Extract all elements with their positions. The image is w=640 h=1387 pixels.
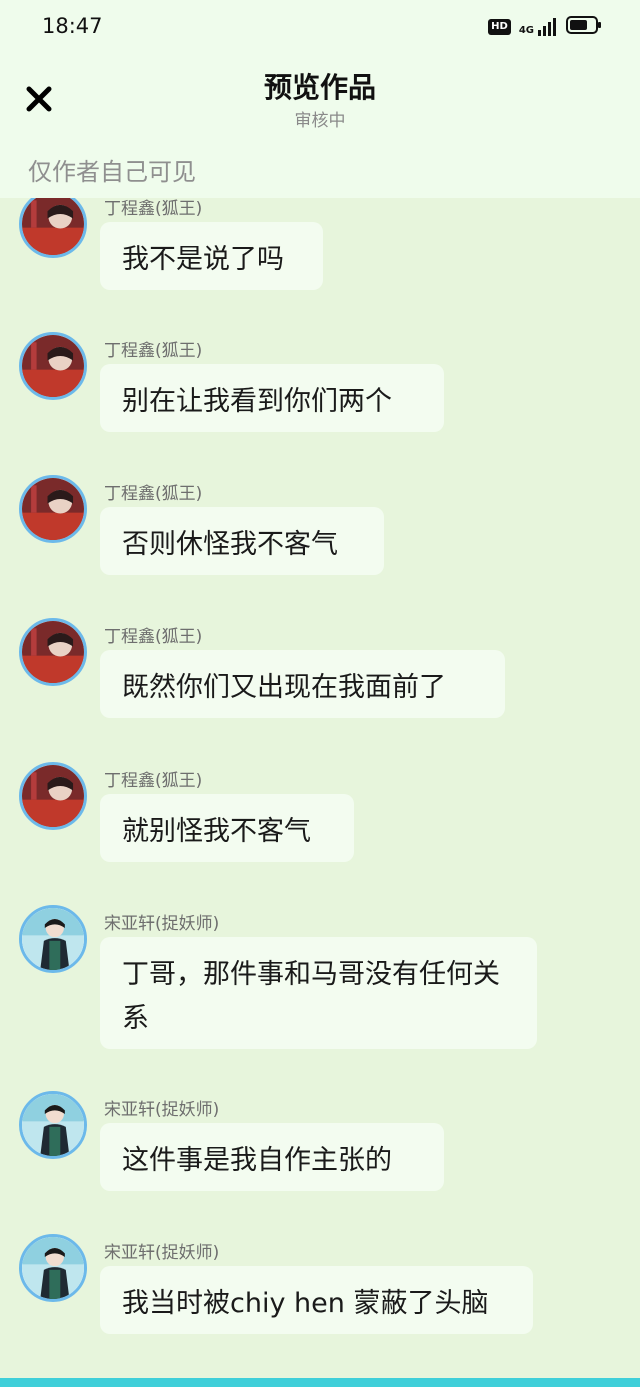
status-bar: 18:47 HD 4G [0, 0, 640, 56]
avatar[interactable] [19, 475, 87, 543]
header: 预览作品 审核中 仅作者自己可见 [0, 56, 640, 198]
signal-icon: 4G [519, 18, 558, 36]
message-text: 否则休怪我不客气 [122, 529, 338, 560]
sender-name: 丁程鑫(狐王) [104, 627, 203, 647]
message-bubble[interactable]: 丁哥，那件事和马哥没有任何关系 [100, 937, 537, 1049]
page-title: 预览作品 [263, 71, 376, 104]
message-text: 既然你们又出现在我面前了 [122, 672, 446, 703]
sender-name: 丁程鑫(狐王) [104, 199, 203, 219]
message-text: 就别怪我不客气 [122, 816, 311, 847]
visibility-note: 仅作者自己可见 [28, 158, 196, 186]
sender-name: 丁程鑫(狐王) [104, 484, 203, 504]
sender-name: 丁程鑫(狐王) [104, 771, 203, 791]
status-time: 18:47 [42, 14, 103, 38]
bottom-strip [0, 1378, 640, 1387]
message-bubble[interactable]: 就别怪我不客气 [100, 794, 354, 862]
sender-name: 宋亚轩(捉妖师) [104, 1243, 220, 1263]
sender-name: 丁程鑫(狐王) [104, 341, 203, 361]
message-bubble[interactable]: 我当时被chiy hen 蒙蔽了头脑 [100, 1266, 533, 1334]
hd-badge: HD [488, 19, 511, 35]
message-bubble[interactable]: 否则休怪我不客气 [100, 507, 384, 575]
sender-name: 宋亚轩(捉妖师) [104, 914, 220, 934]
avatar[interactable] [19, 905, 87, 973]
message-bubble[interactable]: 既然你们又出现在我面前了 [100, 650, 505, 718]
sender-name: 宋亚轩(捉妖师) [104, 1100, 220, 1120]
avatar[interactable] [19, 618, 87, 686]
message-text: 我不是说了吗 [122, 244, 284, 275]
avatar[interactable] [19, 762, 87, 830]
message-text: 丁哥，那件事和马哥没有任何关系 [122, 959, 500, 1034]
message-text: 别在让我看到你们两个 [122, 386, 392, 417]
avatar[interactable] [19, 1234, 87, 1302]
avatar[interactable] [19, 332, 87, 400]
chat-list[interactable]: 丁程鑫(狐王) 我不是说了吗 丁程鑫(狐王) 别在让我看到你们两个 丁程鑫(狐王… [0, 198, 640, 1378]
status-icons: HD 4G [488, 15, 602, 39]
message-text: 我当时被chiy hen 蒙蔽了头脑 [122, 1288, 489, 1319]
message-bubble[interactable]: 别在让我看到你们两个 [100, 364, 444, 432]
avatar[interactable] [19, 198, 87, 258]
battery-icon [566, 15, 602, 39]
message-bubble[interactable]: 我不是说了吗 [100, 222, 323, 290]
network-type: 4G [518, 25, 534, 36]
review-status: 审核中 [294, 111, 346, 131]
message-bubble[interactable]: 这件事是我自作主张的 [100, 1123, 444, 1191]
avatar[interactable] [19, 1091, 87, 1159]
message-text: 这件事是我自作主张的 [122, 1145, 392, 1176]
